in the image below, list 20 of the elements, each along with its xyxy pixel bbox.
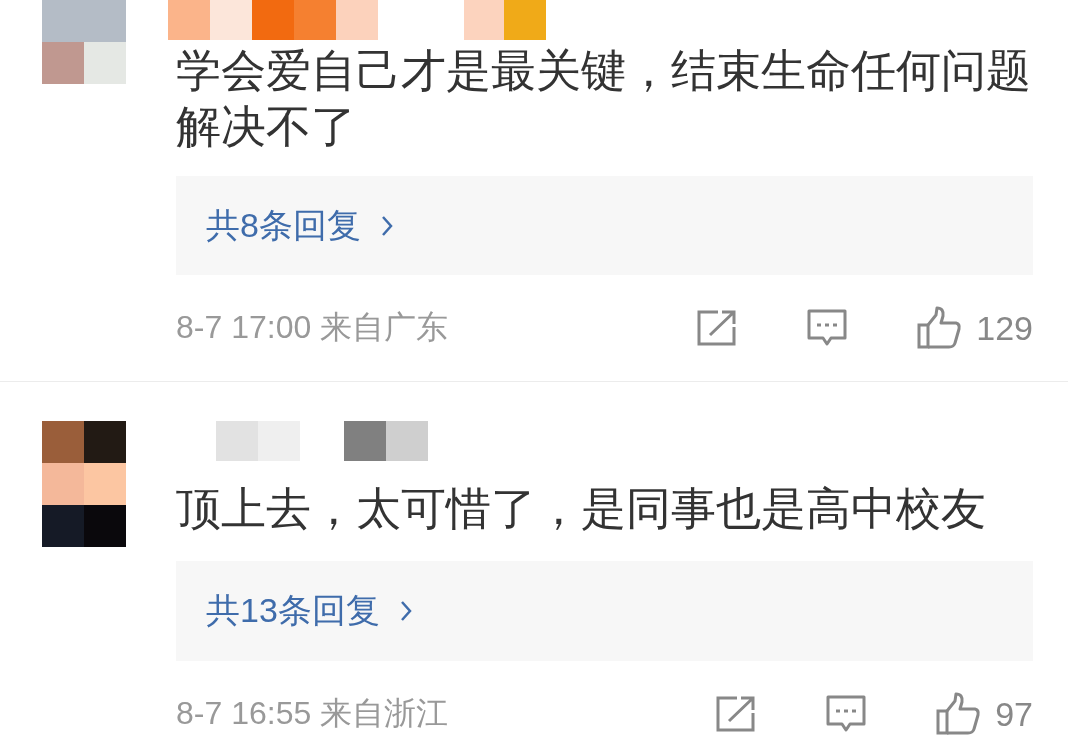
chevron-right-icon xyxy=(380,214,393,237)
comment-icon xyxy=(825,694,868,734)
share-button[interactable] xyxy=(696,309,739,347)
comment-button[interactable] xyxy=(806,308,849,348)
share-icon xyxy=(696,309,739,347)
comment-meta: 8-7 17:00 来自广东 xyxy=(176,308,449,347)
share-icon xyxy=(715,695,758,733)
replies-link[interactable]: 共13条回复 xyxy=(206,588,412,634)
replies-link[interactable]: 共8条回复 xyxy=(206,202,393,249)
comment-meta: 8-7 16:55 来自浙江 xyxy=(176,694,449,733)
chevron-right-icon xyxy=(399,600,412,622)
comment-icon xyxy=(806,308,849,348)
like-button[interactable]: 97 xyxy=(935,692,1033,736)
like-button[interactable]: 129 xyxy=(916,306,1033,350)
comment-text: 顶上去，太可惜了，是同事也是高中校友 xyxy=(176,482,987,536)
comment-text: 学会爱自己才是最关键，结束生命任何问题解决不了 xyxy=(176,44,1032,154)
comment-button[interactable] xyxy=(825,694,868,734)
thumbs-up-icon xyxy=(935,692,982,736)
thumbs-up-icon xyxy=(916,306,963,350)
share-button[interactable] xyxy=(715,695,758,733)
